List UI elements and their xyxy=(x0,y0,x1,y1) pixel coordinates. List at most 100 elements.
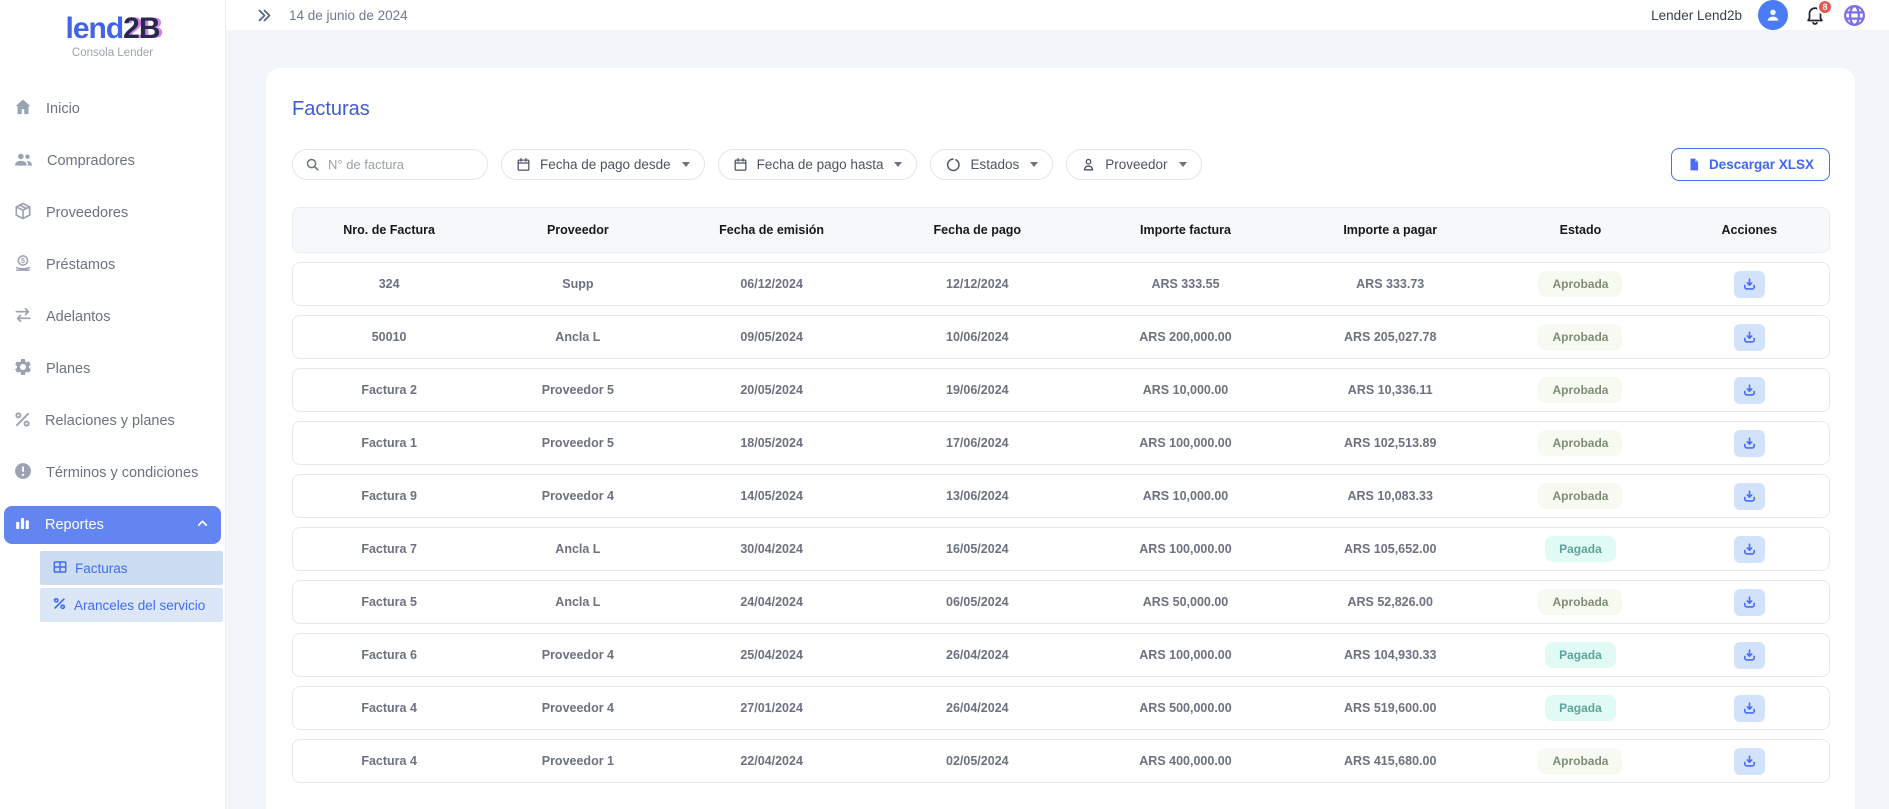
cell-invoice-amount: ARS 100,000.00 xyxy=(1082,436,1289,450)
row-download-button[interactable] xyxy=(1734,483,1765,510)
coin-icon: $ xyxy=(13,253,33,277)
cell-issue-date: 18/05/2024 xyxy=(671,436,873,450)
row-download-button[interactable] xyxy=(1734,430,1765,457)
user-avatar[interactable] xyxy=(1758,0,1788,30)
cell-payable-amount: ARS 105,652.00 xyxy=(1289,542,1491,556)
cell-invoice-amount: ARS 200,000.00 xyxy=(1082,330,1289,344)
cell-status: Aprobada xyxy=(1491,483,1669,509)
cell-payment-date: 16/05/2024 xyxy=(873,542,1082,556)
language-globe-button[interactable] xyxy=(1842,3,1867,28)
cell-invoice-number: Factura 7 xyxy=(293,542,485,556)
table-body: 324 Supp 06/12/2024 12/12/2024 ARS 333.5… xyxy=(292,262,1830,783)
cell-payable-amount: ARS 333.73 xyxy=(1289,277,1491,291)
row-download-button[interactable] xyxy=(1734,536,1765,563)
cell-payment-date: 19/06/2024 xyxy=(873,383,1082,397)
sidebar-item-compradores[interactable]: Compradores xyxy=(0,135,225,187)
cell-actions xyxy=(1670,536,1829,563)
calendar-icon xyxy=(516,157,531,172)
sidebar-collapse-button[interactable] xyxy=(256,7,273,24)
sidebar-item-proveedores[interactable]: Proveedores xyxy=(0,187,225,239)
cell-invoice-amount: ARS 10,000.00 xyxy=(1082,383,1289,397)
app-window: lend2B Consola Lender Inicio Compradores… xyxy=(0,0,1889,809)
cell-issue-date: 20/05/2024 xyxy=(671,383,873,397)
column-header: Fecha de pago xyxy=(873,223,1082,237)
status-badge: Aprobada xyxy=(1538,324,1622,350)
filter-date-from[interactable]: Fecha de pago desde xyxy=(501,149,705,180)
download-icon xyxy=(1742,383,1757,398)
row-download-button[interactable] xyxy=(1734,589,1765,616)
chevron-down-icon xyxy=(894,162,902,167)
search-input[interactable] xyxy=(328,157,468,172)
notifications-button[interactable]: 8 xyxy=(1804,4,1826,26)
cell-invoice-number: 50010 xyxy=(293,330,485,344)
row-download-button[interactable] xyxy=(1734,324,1765,351)
sidebar-item-terminos[interactable]: Términos y condiciones xyxy=(0,447,225,499)
alert-circle-icon xyxy=(13,461,33,485)
cell-provider: Ancla L xyxy=(485,595,670,609)
filter-label: Fecha de pago hasta xyxy=(757,157,884,172)
filter-provider[interactable]: Proveedor xyxy=(1066,149,1201,180)
column-header: Nro. de Factura xyxy=(293,223,485,237)
person-icon xyxy=(1081,157,1096,172)
status-badge: Pagada xyxy=(1545,695,1616,721)
status-badge: Aprobada xyxy=(1538,430,1622,456)
cell-invoice-number: Factura 9 xyxy=(293,489,485,503)
sidebar-item-adelantos[interactable]: Adelantos xyxy=(0,291,225,343)
status-badge: Pagada xyxy=(1545,536,1616,562)
download-xlsx-label: Descargar XLSX xyxy=(1709,157,1814,172)
cell-status: Pagada xyxy=(1491,642,1669,668)
cell-invoice-number: 324 xyxy=(293,277,485,291)
sidebar: lend2B Consola Lender Inicio Compradores… xyxy=(0,0,226,809)
calendar-icon xyxy=(733,157,748,172)
table-row: Factura 2 Proveedor 5 20/05/2024 19/06/2… xyxy=(292,368,1830,412)
chevron-down-icon xyxy=(682,162,690,167)
row-download-button[interactable] xyxy=(1734,695,1765,722)
row-download-button[interactable] xyxy=(1734,748,1765,775)
cell-payable-amount: ARS 519,600.00 xyxy=(1289,701,1491,715)
cell-payable-amount: ARS 102,513.89 xyxy=(1289,436,1491,450)
sidebar-item-label: Préstamos xyxy=(46,257,115,273)
cell-issue-date: 24/04/2024 xyxy=(671,595,873,609)
sidebar-item-reportes[interactable]: Reportes xyxy=(4,506,221,544)
cell-provider: Proveedor 5 xyxy=(485,436,670,450)
sidebar-item-inicio[interactable]: Inicio xyxy=(0,83,225,135)
invoice-search[interactable] xyxy=(292,149,488,180)
cell-payment-date: 02/05/2024 xyxy=(873,754,1082,768)
row-download-button[interactable] xyxy=(1734,271,1765,298)
status-badge: Pagada xyxy=(1545,642,1616,668)
cell-provider: Proveedor 1 xyxy=(485,754,670,768)
sidebar-item-label: Inicio xyxy=(46,101,80,117)
cell-actions xyxy=(1670,483,1829,510)
sidebar-item-prestamos[interactable]: $ Préstamos xyxy=(0,239,225,291)
cell-actions xyxy=(1670,642,1829,669)
download-xlsx-button[interactable]: Descargar XLSX xyxy=(1671,148,1830,181)
column-header: Importe a pagar xyxy=(1289,223,1491,237)
cell-issue-date: 27/01/2024 xyxy=(671,701,873,715)
filter-label: Proveedor xyxy=(1105,157,1167,172)
submenu-item-facturas[interactable]: Facturas xyxy=(40,551,223,585)
cell-invoice-number: Factura 4 xyxy=(293,701,485,715)
status-circle-icon xyxy=(945,157,961,173)
search-icon xyxy=(305,157,320,172)
filters-bar: Fecha de pago desde Fecha de pago hasta … xyxy=(292,148,1830,181)
submenu-item-aranceles[interactable]: Aranceles del servicio xyxy=(40,588,223,622)
row-download-button[interactable] xyxy=(1734,642,1765,669)
users-icon xyxy=(13,149,34,174)
content-background: Facturas Fecha de pago desde Fecha de xyxy=(226,30,1889,809)
cell-actions xyxy=(1670,748,1829,775)
filter-states[interactable]: Estados xyxy=(930,149,1053,180)
row-download-button[interactable] xyxy=(1734,377,1765,404)
cell-provider: Ancla L xyxy=(485,542,670,556)
cell-issue-date: 25/04/2024 xyxy=(671,648,873,662)
sidebar-item-label: Relaciones y planes xyxy=(45,413,175,429)
cell-payable-amount: ARS 205,027.78 xyxy=(1289,330,1491,344)
percent-icon xyxy=(52,596,67,614)
sidebar-item-relaciones[interactable]: Relaciones y planes xyxy=(0,395,225,447)
status-badge: Aprobada xyxy=(1538,748,1622,774)
download-icon xyxy=(1742,648,1757,663)
cell-payable-amount: ARS 415,680.00 xyxy=(1289,754,1491,768)
sidebar-item-planes[interactable]: Planes xyxy=(0,343,225,395)
download-icon xyxy=(1742,330,1757,345)
cell-status: Aprobada xyxy=(1491,430,1669,456)
filter-date-to[interactable]: Fecha de pago hasta xyxy=(718,149,918,180)
